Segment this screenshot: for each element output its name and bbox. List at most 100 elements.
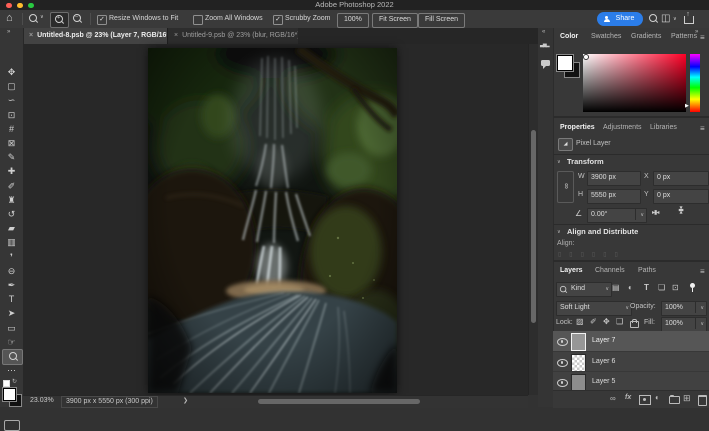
- search-icon[interactable]: [649, 14, 658, 23]
- tab-color[interactable]: Color: [560, 28, 578, 46]
- layer-row-7[interactable]: Layer 7: [553, 331, 709, 351]
- flip-vertical-icon[interactable]: ▸▮◂: [678, 206, 685, 212]
- expand-tools-icon[interactable]: »: [7, 29, 10, 35]
- lock-artboard-icon[interactable]: ❑: [616, 317, 623, 326]
- link-layers-icon[interactable]: ∞: [610, 394, 616, 403]
- foreground-color-swatch[interactable]: [3, 388, 16, 401]
- swap-colors-icon[interactable]: ↻: [12, 378, 17, 385]
- delete-layer-trash-icon[interactable]: [698, 395, 707, 406]
- comments-panel-icon[interactable]: [541, 60, 550, 66]
- scrubby-zoom-checkbox[interactable]: ✓: [273, 15, 283, 25]
- layers-panel-menu-icon[interactable]: ≡: [700, 267, 705, 276]
- default-colors-icon[interactable]: [3, 380, 10, 387]
- crop-tool-button[interactable]: #: [0, 122, 23, 136]
- opacity-field[interactable]: 100%∨: [661, 301, 707, 316]
- layer-style-fx-icon[interactable]: fx: [625, 394, 631, 401]
- lock-pixels-icon[interactable]: ✐: [590, 317, 597, 326]
- chevron-down-icon[interactable]: ∨: [673, 16, 677, 22]
- transform-collapse-icon[interactable]: ∨: [557, 159, 561, 165]
- tab-layers[interactable]: Layers: [560, 262, 583, 280]
- layer-visibility-eye-icon[interactable]: [557, 359, 568, 367]
- add-layer-mask-icon[interactable]: [639, 395, 651, 405]
- blur-tool-button[interactable]: ❜: [0, 250, 23, 264]
- resize-windows-checkbox[interactable]: ✓: [97, 15, 107, 25]
- x-field[interactable]: 0 px: [653, 171, 709, 186]
- new-group-folder-icon[interactable]: [669, 396, 680, 404]
- close-tab-icon[interactable]: ×: [174, 32, 178, 39]
- tab-properties[interactable]: Properties: [560, 119, 595, 137]
- flip-horizontal-icon[interactable]: ▸▮◂: [652, 209, 658, 216]
- close-tab-icon[interactable]: ×: [29, 32, 33, 39]
- blend-mode-dropdown[interactable]: Soft Light∨: [556, 301, 632, 316]
- history-brush-tool-button[interactable]: ↺: [0, 207, 23, 221]
- zoom-all-windows-checkbox[interactable]: [193, 15, 203, 25]
- layer-visibility-eye-icon[interactable]: [557, 379, 568, 387]
- healing-brush-tool-button[interactable]: ✚: [0, 164, 23, 178]
- eraser-tool-button[interactable]: ▰: [0, 221, 23, 235]
- hand-tool-button[interactable]: ☞: [0, 335, 23, 349]
- fit-screen-button[interactable]: Fit Screen: [372, 13, 418, 28]
- edit-toolbar-tool-button[interactable]: ⋯: [0, 363, 23, 377]
- histogram-panel-icon[interactable]: ▃▅▂: [540, 42, 549, 48]
- adjustment-layer-icon[interactable]: ◐: [655, 393, 660, 402]
- rotation-field[interactable]: 0.00°∨: [587, 208, 647, 223]
- fill-screen-button[interactable]: Fill Screen: [418, 13, 465, 28]
- path-selection-tool-button[interactable]: ➤: [0, 306, 23, 320]
- y-field[interactable]: 0 px: [653, 189, 709, 204]
- constrain-proportions-icon[interactable]: ∞: [557, 171, 574, 203]
- color-field[interactable]: [583, 54, 686, 112]
- zoom-level-field[interactable]: 23.03%: [30, 397, 54, 404]
- tab-untitled-8[interactable]: ×Untitled-8.psb @ 23% (Layer 7, RGB/16*): [23, 28, 167, 44]
- pen-tool-button[interactable]: ✒: [0, 278, 23, 292]
- resize-windows-label[interactable]: Resize Windows to Fit: [109, 10, 178, 28]
- horizontal-scrollbar-thumb[interactable]: [258, 399, 420, 404]
- tab-libraries[interactable]: Libraries: [650, 119, 677, 137]
- layer-row-6[interactable]: Layer 6: [553, 351, 709, 372]
- layer-thumbnail[interactable]: [571, 333, 586, 351]
- properties-panel-menu-icon[interactable]: ≡: [700, 124, 705, 133]
- lock-position-icon[interactable]: ✥: [603, 317, 610, 326]
- tab-swatches[interactable]: Swatches: [591, 28, 621, 46]
- transform-header[interactable]: Transform: [567, 157, 604, 166]
- lasso-tool-button[interactable]: ∽: [0, 93, 23, 107]
- tab-untitled-9[interactable]: ×Untitled-9.psb @ 23% (blur, RGB/16*): [167, 28, 298, 44]
- color-field-marker[interactable]: [583, 54, 589, 60]
- align-distribute-header[interactable]: Align and Distribute: [567, 227, 638, 236]
- zoom-in-button[interactable]: +: [50, 12, 69, 28]
- layer-visibility-eye-icon[interactable]: [557, 338, 568, 346]
- layer-name[interactable]: Layer 7: [592, 337, 615, 344]
- object-selection-tool-button[interactable]: ⊡: [0, 108, 23, 122]
- vertical-scrollbar-thumb[interactable]: [531, 130, 536, 323]
- layer-name[interactable]: Layer 6: [592, 358, 615, 365]
- layer-thumbnail[interactable]: [571, 354, 586, 372]
- eyedropper-tool-button[interactable]: ✎: [0, 150, 23, 164]
- lock-all-icon[interactable]: [630, 321, 639, 328]
- layer-row-5[interactable]: Layer 5: [553, 371, 709, 391]
- status-chevron-icon[interactable]: ❯: [183, 397, 188, 404]
- lock-transparency-icon[interactable]: ▨: [576, 317, 584, 326]
- width-field[interactable]: 3900 px: [587, 171, 641, 186]
- hue-slider[interactable]: [690, 54, 700, 112]
- chevron-down-icon[interactable]: ∨: [40, 14, 44, 20]
- rectangle-tool-button[interactable]: ▭: [0, 321, 23, 335]
- zoom-all-windows-label[interactable]: Zoom All Windows: [205, 10, 263, 28]
- filter-shape-layers-icon[interactable]: ❏: [658, 283, 665, 292]
- color-panel-menu-icon[interactable]: ≡: [700, 33, 705, 42]
- filter-adjustment-layers-icon[interactable]: ◐: [628, 283, 633, 292]
- dodge-tool-button[interactable]: ⊖: [0, 264, 23, 278]
- tab-gradients[interactable]: Gradients: [631, 28, 661, 46]
- frame-tool-button[interactable]: ⊠: [0, 136, 23, 150]
- tab-paths[interactable]: Paths: [638, 262, 656, 280]
- home-icon[interactable]: ⌂: [6, 12, 13, 24]
- filter-type-layers-icon[interactable]: T: [644, 283, 649, 292]
- height-field[interactable]: 5550 px: [587, 189, 641, 204]
- zoom-100-button[interactable]: 100%: [337, 13, 369, 28]
- scrubby-zoom-label[interactable]: Scrubby Zoom: [285, 10, 331, 28]
- share-button[interactable]: Share: [597, 12, 643, 26]
- gradient-tool-button[interactable]: ▥: [0, 235, 23, 249]
- document-image[interactable]: [148, 48, 397, 393]
- workspace-switcher-icon[interactable]: ◫: [661, 13, 670, 24]
- brush-tool-button[interactable]: ✐: [0, 179, 23, 193]
- document-info[interactable]: 3900 px x 5550 px (300 ppi): [61, 396, 158, 408]
- tab-adjustments[interactable]: Adjustments: [603, 119, 642, 137]
